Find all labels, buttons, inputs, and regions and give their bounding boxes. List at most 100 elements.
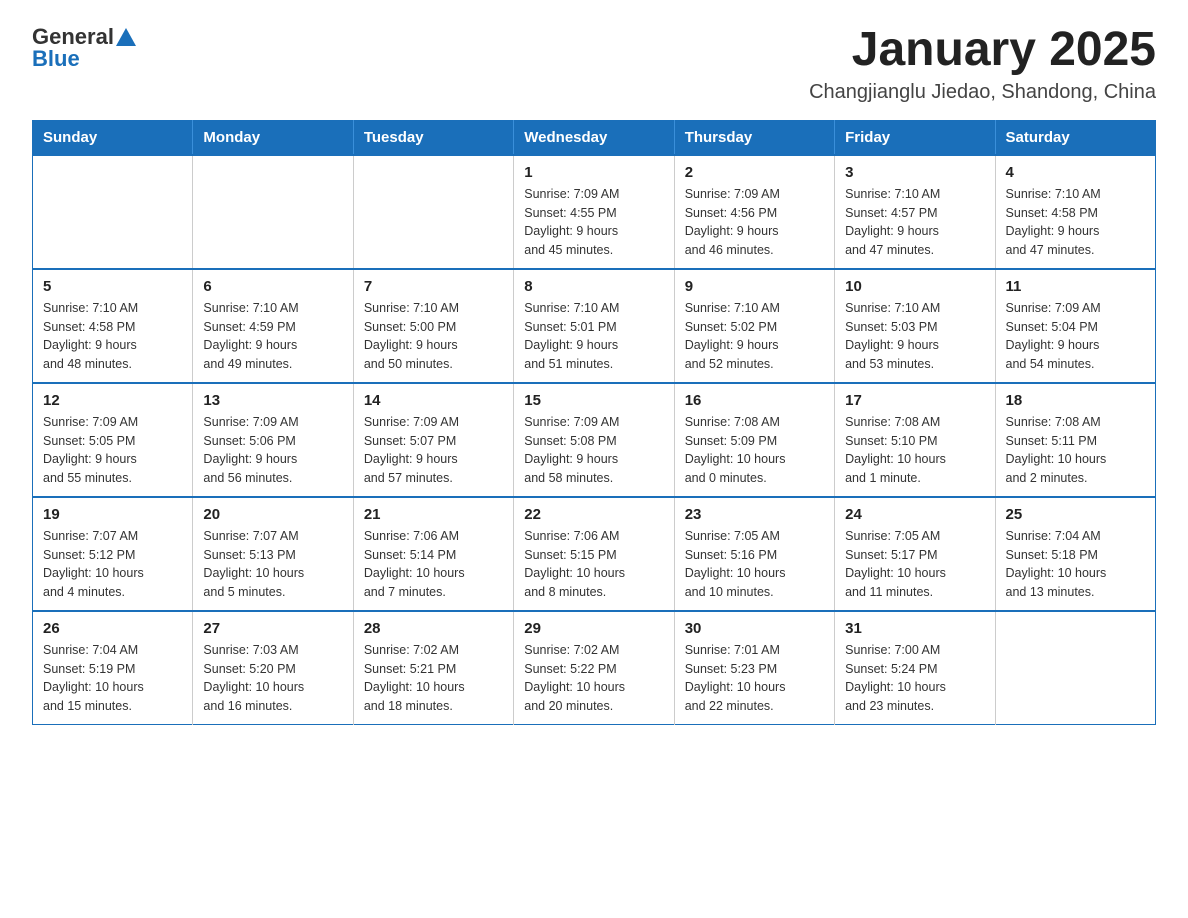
day-number: 4 bbox=[1006, 164, 1145, 181]
day-info: Sunrise: 7:00 AM Sunset: 5:24 PM Dayligh… bbox=[845, 641, 984, 716]
weekday-header-thursday: Thursday bbox=[674, 120, 834, 155]
weekday-header-friday: Friday bbox=[835, 120, 995, 155]
calendar-empty-cell bbox=[995, 611, 1155, 725]
day-info: Sunrise: 7:09 AM Sunset: 4:56 PM Dayligh… bbox=[685, 185, 824, 260]
calendar-day-30: 30Sunrise: 7:01 AM Sunset: 5:23 PM Dayli… bbox=[674, 611, 834, 725]
calendar-day-29: 29 Sunrise: 7:02 AM Sunset: 5:22 PM Dayli… bbox=[514, 611, 674, 725]
day-info: Sunrise: 7:10 AM Sunset: 5:01 PM Dayligh… bbox=[524, 299, 663, 374]
day-info: Sunrise: 7:05 AM Sunset: 5:16 PM Dayligh… bbox=[685, 527, 824, 602]
day-number: 31 bbox=[845, 620, 984, 637]
day-info: Sunrise: 7:04 AM Sunset: 5:18 PM Dayligh… bbox=[1006, 527, 1145, 602]
day-info: Sunrise: 7:10 AM Sunset: 4:58 PM Dayligh… bbox=[1006, 185, 1145, 260]
weekday-header-wednesday: Wednesday bbox=[514, 120, 674, 155]
day-info: Sunrise: 7:09 AM Sunset: 4:55 PM Dayligh… bbox=[524, 185, 663, 260]
calendar-week-row: 19Sunrise: 7:07 AM Sunset: 5:12 PM Dayli… bbox=[33, 497, 1156, 611]
day-number: 26 bbox=[43, 620, 182, 637]
day-info: Sunrise: 7:09 AM Sunset: 5:06 PM Dayligh… bbox=[203, 413, 342, 488]
weekday-header-monday: Monday bbox=[193, 120, 353, 155]
day-number: 24 bbox=[845, 506, 984, 523]
calendar-day-9: 9 Sunrise: 7:10 AM Sunset: 5:02 PM Daylig… bbox=[674, 269, 834, 383]
day-info: Sunrise: 7:05 AM Sunset: 5:17 PM Dayligh… bbox=[845, 527, 984, 602]
calendar-day-2: 2 Sunrise: 7:09 AM Sunset: 4:56 PM Daylig… bbox=[674, 155, 834, 269]
page-header: General Blue January 2025 Changjianglu J… bbox=[32, 24, 1156, 104]
day-info: Sunrise: 7:09 AM Sunset: 5:08 PM Dayligh… bbox=[524, 413, 663, 488]
calendar-day-7: 7 Sunrise: 7:10 AM Sunset: 5:00 PM Daylig… bbox=[353, 269, 513, 383]
calendar-week-row: 1 Sunrise: 7:09 AM Sunset: 4:55 PM Daylig… bbox=[33, 155, 1156, 269]
day-info: Sunrise: 7:10 AM Sunset: 4:59 PM Dayligh… bbox=[203, 299, 342, 374]
calendar-day-22: 22 Sunrise: 7:06 AM Sunset: 5:15 PM Dayli… bbox=[514, 497, 674, 611]
calendar-day-15: 15 Sunrise: 7:09 AM Sunset: 5:08 PM Dayli… bbox=[514, 383, 674, 497]
month-title: January 2025 bbox=[809, 24, 1156, 77]
day-number: 10 bbox=[845, 278, 984, 295]
day-number: 28 bbox=[364, 620, 503, 637]
calendar-day-17: 17Sunrise: 7:08 AM Sunset: 5:10 PM Dayli… bbox=[835, 383, 995, 497]
day-number: 6 bbox=[203, 278, 342, 295]
calendar-day-13: 13 Sunrise: 7:09 AM Sunset: 5:06 PM Dayli… bbox=[193, 383, 353, 497]
day-number: 16 bbox=[685, 392, 824, 409]
calendar-day-11: 11 Sunrise: 7:09 AM Sunset: 5:04 PM Dayli… bbox=[995, 269, 1155, 383]
day-number: 8 bbox=[524, 278, 663, 295]
day-number: 9 bbox=[685, 278, 824, 295]
calendar-header-row: SundayMondayTuesdayWednesdayThursdayFrid… bbox=[33, 120, 1156, 155]
calendar-day-24: 24 Sunrise: 7:05 AM Sunset: 5:17 PM Dayli… bbox=[835, 497, 995, 611]
day-number: 17 bbox=[845, 392, 984, 409]
day-info: Sunrise: 7:07 AM Sunset: 5:13 PM Dayligh… bbox=[203, 527, 342, 602]
calendar-day-4: 4 Sunrise: 7:10 AM Sunset: 4:58 PM Daylig… bbox=[995, 155, 1155, 269]
calendar-week-row: 12Sunrise: 7:09 AM Sunset: 5:05 PM Dayli… bbox=[33, 383, 1156, 497]
calendar-empty-cell bbox=[353, 155, 513, 269]
calendar-day-31: 31 Sunrise: 7:00 AM Sunset: 5:24 PM Dayli… bbox=[835, 611, 995, 725]
day-number: 29 bbox=[524, 620, 663, 637]
calendar-day-26: 26 Sunrise: 7:04 AM Sunset: 5:19 PM Dayli… bbox=[33, 611, 193, 725]
day-number: 14 bbox=[364, 392, 503, 409]
weekday-header-tuesday: Tuesday bbox=[353, 120, 513, 155]
calendar-day-1: 1 Sunrise: 7:09 AM Sunset: 4:55 PM Daylig… bbox=[514, 155, 674, 269]
day-number: 22 bbox=[524, 506, 663, 523]
logo-triangle-icon bbox=[116, 28, 136, 46]
day-number: 5 bbox=[43, 278, 182, 295]
calendar-day-3: 3Sunrise: 7:10 AM Sunset: 4:57 PM Daylig… bbox=[835, 155, 995, 269]
calendar-day-21: 21 Sunrise: 7:06 AM Sunset: 5:14 PM Dayli… bbox=[353, 497, 513, 611]
logo-blue-text: Blue bbox=[32, 46, 80, 72]
day-number: 30 bbox=[685, 620, 824, 637]
calendar-day-12: 12Sunrise: 7:09 AM Sunset: 5:05 PM Dayli… bbox=[33, 383, 193, 497]
day-number: 25 bbox=[1006, 506, 1145, 523]
title-area: January 2025 Changjianglu Jiedao, Shando… bbox=[809, 24, 1156, 104]
day-number: 3 bbox=[845, 164, 984, 181]
calendar-day-18: 18 Sunrise: 7:08 AM Sunset: 5:11 PM Dayli… bbox=[995, 383, 1155, 497]
day-number: 1 bbox=[524, 164, 663, 181]
calendar-day-27: 27Sunrise: 7:03 AM Sunset: 5:20 PM Dayli… bbox=[193, 611, 353, 725]
calendar-day-16: 16 Sunrise: 7:08 AM Sunset: 5:09 PM Dayli… bbox=[674, 383, 834, 497]
day-info: Sunrise: 7:02 AM Sunset: 5:22 PM Dayligh… bbox=[524, 641, 663, 716]
day-info: Sunrise: 7:09 AM Sunset: 5:05 PM Dayligh… bbox=[43, 413, 182, 488]
day-info: Sunrise: 7:08 AM Sunset: 5:09 PM Dayligh… bbox=[685, 413, 824, 488]
day-number: 15 bbox=[524, 392, 663, 409]
day-info: Sunrise: 7:10 AM Sunset: 5:03 PM Dayligh… bbox=[845, 299, 984, 374]
weekday-header-saturday: Saturday bbox=[995, 120, 1155, 155]
calendar-day-6: 6 Sunrise: 7:10 AM Sunset: 4:59 PM Daylig… bbox=[193, 269, 353, 383]
day-number: 11 bbox=[1006, 278, 1145, 295]
logo: General Blue bbox=[32, 24, 136, 72]
day-info: Sunrise: 7:04 AM Sunset: 5:19 PM Dayligh… bbox=[43, 641, 182, 716]
day-info: Sunrise: 7:06 AM Sunset: 5:15 PM Dayligh… bbox=[524, 527, 663, 602]
day-info: Sunrise: 7:10 AM Sunset: 5:00 PM Dayligh… bbox=[364, 299, 503, 374]
day-info: Sunrise: 7:08 AM Sunset: 5:11 PM Dayligh… bbox=[1006, 413, 1145, 488]
day-number: 13 bbox=[203, 392, 342, 409]
calendar-day-28: 28 Sunrise: 7:02 AM Sunset: 5:21 PM Dayli… bbox=[353, 611, 513, 725]
calendar-day-23: 23Sunrise: 7:05 AM Sunset: 5:16 PM Dayli… bbox=[674, 497, 834, 611]
day-info: Sunrise: 7:06 AM Sunset: 5:14 PM Dayligh… bbox=[364, 527, 503, 602]
day-number: 7 bbox=[364, 278, 503, 295]
day-info: Sunrise: 7:02 AM Sunset: 5:21 PM Dayligh… bbox=[364, 641, 503, 716]
day-number: 2 bbox=[685, 164, 824, 181]
calendar-table: SundayMondayTuesdayWednesdayThursdayFrid… bbox=[32, 120, 1156, 725]
day-info: Sunrise: 7:10 AM Sunset: 4:58 PM Dayligh… bbox=[43, 299, 182, 374]
day-number: 18 bbox=[1006, 392, 1145, 409]
day-info: Sunrise: 7:10 AM Sunset: 5:02 PM Dayligh… bbox=[685, 299, 824, 374]
calendar-week-row: 26 Sunrise: 7:04 AM Sunset: 5:19 PM Dayli… bbox=[33, 611, 1156, 725]
day-info: Sunrise: 7:09 AM Sunset: 5:04 PM Dayligh… bbox=[1006, 299, 1145, 374]
calendar-day-10: 10 Sunrise: 7:10 AM Sunset: 5:03 PM Dayli… bbox=[835, 269, 995, 383]
calendar-day-25: 25 Sunrise: 7:04 AM Sunset: 5:18 PM Dayli… bbox=[995, 497, 1155, 611]
day-number: 21 bbox=[364, 506, 503, 523]
day-info: Sunrise: 7:07 AM Sunset: 5:12 PM Dayligh… bbox=[43, 527, 182, 602]
calendar-empty-cell bbox=[33, 155, 193, 269]
day-info: Sunrise: 7:03 AM Sunset: 5:20 PM Dayligh… bbox=[203, 641, 342, 716]
